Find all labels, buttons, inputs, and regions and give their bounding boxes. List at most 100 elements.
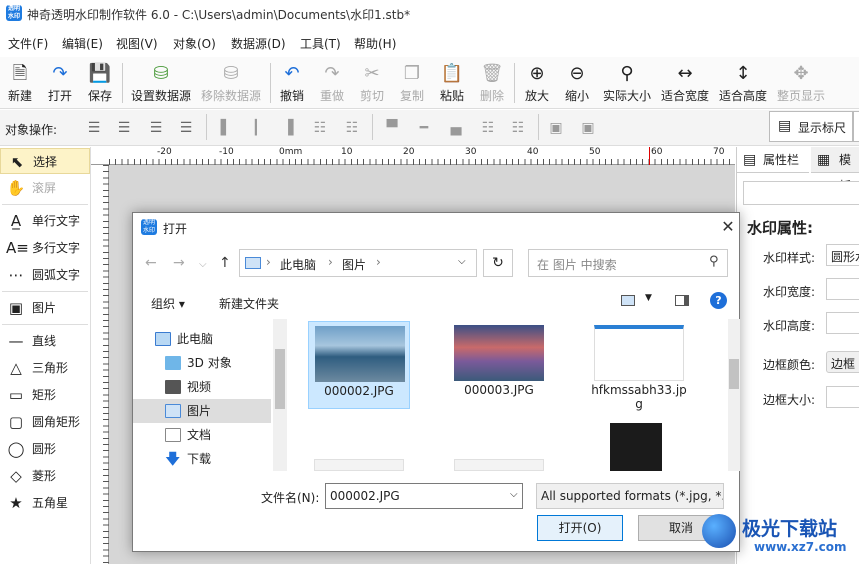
organize-button[interactable]: 组织 ▾ <box>151 295 185 312</box>
chevron-down-icon[interactable]: ⌵ <box>510 489 518 500</box>
tree-item-pictures[interactable]: 图片 <box>133 399 271 423</box>
undo-button[interactable]: ↶ 撤销 <box>276 59 308 107</box>
border-size-input[interactable] <box>826 386 859 408</box>
address-bar[interactable]: › 此电脑 › 图片 › ⌵ <box>239 249 477 277</box>
distribute-v2-icon[interactable]: ☷ <box>508 118 528 138</box>
remove-datasource-button[interactable]: ⛁ 移除数据源 <box>198 59 264 107</box>
bring-front-icon[interactable]: ☰ <box>84 118 104 138</box>
tree-item-pc[interactable]: 此电脑 <box>133 327 271 351</box>
preview-pane-icon[interactable] <box>675 295 689 306</box>
menu-edit[interactable]: 编辑(E) <box>62 35 103 52</box>
file-scroll-thumb[interactable] <box>729 359 739 389</box>
menu-tools[interactable]: 工具(T) <box>300 35 341 52</box>
menu-view[interactable]: 视图(V) <box>116 35 158 52</box>
help-icon[interactable]: ? <box>710 292 727 309</box>
tool-rect[interactable]: ▭ 矩形 <box>0 382 90 408</box>
align-center-icon[interactable]: ┃ <box>246 118 266 138</box>
tree-item-3d[interactable]: 3D 对象 <box>133 351 271 375</box>
up-icon[interactable]: ↑ <box>219 255 231 271</box>
fit-width-button[interactable]: ↔ 适合宽度 <box>658 59 712 107</box>
fit-height-button[interactable]: ↕ 适合高度 <box>716 59 770 107</box>
new-button[interactable]: 🗎 新建 <box>4 59 36 107</box>
bring-forward-icon[interactable]: ☰ <box>114 118 134 138</box>
tool-star[interactable]: ★ 五角星 <box>0 490 90 516</box>
chevron-down-icon[interactable]: ⌵ <box>458 256 466 267</box>
border-color-button[interactable]: 边框 <box>826 351 859 373</box>
file-thumbnail-partial[interactable] <box>454 459 544 471</box>
search-input[interactable]: 在 图片 中搜索 ⚲ <box>528 249 728 277</box>
fit-page-button[interactable]: ✥ 整页显示 <box>774 59 828 107</box>
tree-scrollbar[interactable] <box>273 319 287 471</box>
align-left-icon[interactable]: ▌ <box>216 118 236 138</box>
chevron-down-icon[interactable]: ▼ <box>645 293 652 303</box>
forward-icon[interactable]: → <box>173 255 185 271</box>
tree-item-downloads[interactable]: 🡇 下载 <box>133 447 271 471</box>
tool-diamond[interactable]: ◇ 菱形 <box>0 463 90 489</box>
open-button[interactable]: ↷ 打开 <box>44 59 76 107</box>
ungroup-icon[interactable]: ▣ <box>578 118 598 138</box>
actual-size-button[interactable]: ⚲ 实际大小 <box>600 59 654 107</box>
breadcrumb-pictures[interactable]: 图片 <box>342 256 366 273</box>
file-thumbnail-partial[interactable] <box>610 423 662 471</box>
new-folder-button[interactable]: 新建文件夹 <box>219 295 279 312</box>
breadcrumb-pc[interactable]: 此电脑 <box>280 256 316 273</box>
filename-input[interactable]: 000002.JPG ⌵ <box>325 483 523 509</box>
set-datasource-button[interactable]: ⛁ 设置数据源 <box>128 59 194 107</box>
align-top-icon[interactable]: ▀ <box>382 118 402 138</box>
send-backward-icon[interactable]: ☰ <box>146 118 166 138</box>
height-input[interactable] <box>826 312 859 334</box>
distribute-h-icon[interactable]: ☷ <box>310 118 330 138</box>
tool-image[interactable]: ▣ 图片 <box>0 295 90 321</box>
tool-arc-text[interactable]: ⋯ 圆弧文字 <box>0 262 90 288</box>
file-list-scrollbar[interactable] <box>728 319 740 471</box>
tool-circle[interactable]: ◯ 圆形 <box>0 436 90 462</box>
width-input[interactable] <box>826 278 859 300</box>
menu-datasource[interactable]: 数据源(D) <box>231 35 286 52</box>
filetype-select[interactable]: All supported formats (*.jpg, *. <box>536 483 724 509</box>
zoom-out-button[interactable]: ⊖ 缩小 <box>560 59 594 107</box>
cut-button[interactable]: ✂ 剪切 <box>356 59 388 107</box>
menu-object[interactable]: 对象(O) <box>173 35 216 52</box>
show-ruler-button[interactable]: ▤ 显示标尺 <box>769 111 853 142</box>
tool-select[interactable]: ⬉ 选择 <box>0 148 90 174</box>
open-button[interactable]: 打开(O) <box>537 515 623 541</box>
menu-help[interactable]: 帮助(H) <box>354 35 396 52</box>
paste-button[interactable]: 📋 粘贴 <box>436 59 468 107</box>
tree-item-documents[interactable]: 文档 <box>133 423 271 447</box>
file-item[interactable]: 000003.JPG <box>448 321 550 409</box>
close-icon[interactable]: ✕ <box>718 217 738 236</box>
back-icon[interactable]: ← <box>145 255 157 271</box>
tree-scroll-thumb[interactable] <box>275 349 285 409</box>
tool-scroll[interactable]: ✋ 滚屏 <box>0 175 90 201</box>
file-item[interactable]: hfkmssabh33.jpg <box>588 321 690 421</box>
save-button[interactable]: 💾 保存 <box>84 59 116 107</box>
tree-item-video[interactable]: 视频 <box>133 375 271 399</box>
tab-properties[interactable]: ▤ 属性栏 <box>737 147 809 173</box>
tool-single-text[interactable]: A̲ 单行文字 <box>0 208 90 234</box>
view-options-icon[interactable] <box>621 295 635 306</box>
align-bottom-icon[interactable]: ▄ <box>446 118 466 138</box>
copy-button[interactable]: ❐ 复制 <box>396 59 428 107</box>
style-dropdown[interactable]: 圆形水 <box>826 244 859 266</box>
distribute-h2-icon[interactable]: ☷ <box>342 118 362 138</box>
file-item[interactable]: 000002.JPG <box>308 321 410 409</box>
send-back-icon[interactable]: ☰ <box>176 118 196 138</box>
tool-round-rect[interactable]: ▢ 圆角矩形 <box>0 409 90 435</box>
align-middle-icon[interactable]: ━ <box>414 118 434 138</box>
object-select[interactable] <box>743 181 859 205</box>
breadcrumb-sep: › <box>266 255 271 269</box>
menu-file[interactable]: 文件(F) <box>8 35 48 52</box>
delete-button[interactable]: 🗑 删除 <box>476 59 508 107</box>
redo-button[interactable]: ↷ 重做 <box>316 59 348 107</box>
zoom-in-button[interactable]: ⊕ 放大 <box>520 59 554 107</box>
file-thumbnail-partial[interactable] <box>314 459 404 471</box>
refresh-button[interactable]: ↻ <box>483 249 513 277</box>
tool-triangle[interactable]: △ 三角形 <box>0 355 90 381</box>
align-right-icon[interactable]: ▐ <box>278 118 298 138</box>
tool-line[interactable]: — 直线 <box>0 328 90 354</box>
group-icon[interactable]: ▣ <box>546 118 566 138</box>
tool-multi-text[interactable]: A≡ 多行文字 <box>0 235 90 261</box>
recent-dropdown-icon[interactable]: ⌵ <box>199 259 207 270</box>
tab-template[interactable]: ▦ 模板 <box>811 147 859 193</box>
distribute-v-icon[interactable]: ☷ <box>478 118 498 138</box>
